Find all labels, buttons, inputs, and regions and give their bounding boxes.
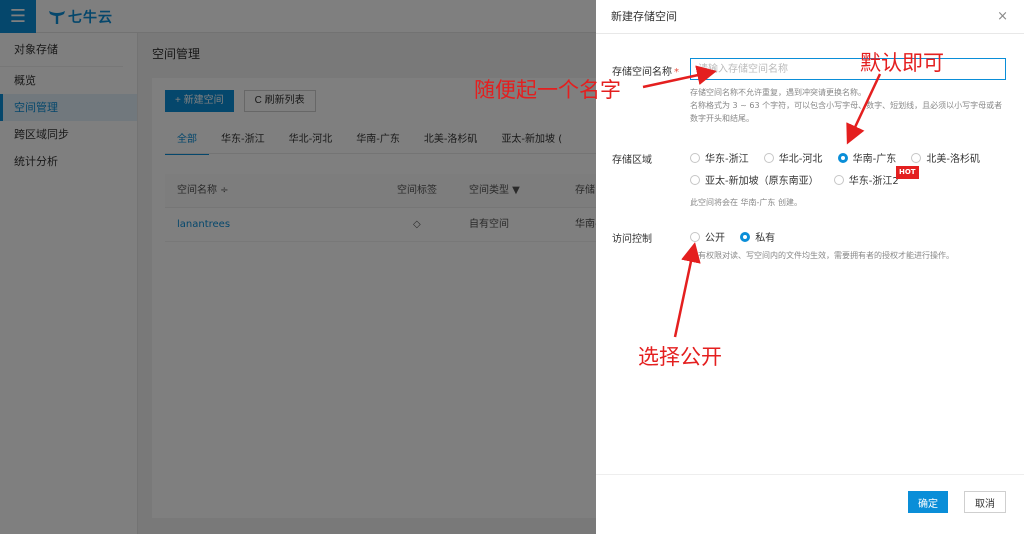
bucket-name-help-line-1: 存储空间名称不允许重复，遇到冲突请更换名称。 (690, 88, 866, 97)
region-help: 此空间将会在 华南-广东 创建。 (690, 198, 802, 207)
bucket-name-label-text: 存储空间名称 (612, 67, 672, 78)
annotation-name-hint: 随便起一个名字 (474, 78, 621, 102)
radio-public[interactable]: 公开 (690, 229, 725, 244)
radio-east-zhejiang-2[interactable]: 华东-浙江2 (833, 172, 899, 187)
radio-dot (911, 152, 922, 163)
confirm-button[interactable]: 确定 (908, 491, 948, 513)
radio-label: 华东-浙江2 (848, 176, 899, 187)
radio-label: 亚太-新加坡（原东南亚） (705, 176, 819, 187)
drawer-footer: 确定 取消 (596, 474, 1024, 534)
radio-dot-checked (837, 152, 848, 163)
radio-dot (690, 231, 700, 242)
radio-dot (763, 152, 774, 163)
close-icon[interactable]: × (997, 0, 1008, 34)
radio-private[interactable]: 私有 (740, 229, 775, 244)
bucket-name-input[interactable] (690, 58, 1006, 80)
radio-label: 华东-浙江 (705, 154, 749, 165)
bucket-name-label: 存储空间名称 * (612, 63, 679, 78)
radio-ap-singapore[interactable]: 亚太-新加坡（原东南亚） (690, 172, 819, 187)
storage-region-label: 存储区域 (612, 155, 652, 166)
drawer-title: 新建存储空间 (611, 10, 677, 23)
radio-label: 私有 (755, 233, 776, 244)
annotation-region-hint: 默认即可 (860, 51, 944, 75)
annotation-access-hint: 选择公开 (638, 345, 722, 369)
access-help: 私有权限对读、写空间内的文件均生效，需要拥有者的授权才能进行操作。 (690, 251, 954, 260)
radio-label: 华北-河北 (778, 154, 823, 165)
radio-label: 公开 (705, 233, 725, 244)
required-mark: * (674, 67, 679, 78)
radio-dot (690, 152, 700, 163)
radio-na-los-angeles[interactable]: 北美-洛杉矶 (911, 150, 980, 165)
region-radio-row-2: 亚太-新加坡（原东南亚） 华东-浙江2 (690, 172, 911, 188)
bucket-name-help-line-2: 名称格式为 3 ~ 63 个字符，可以包含小写字母、数字、短划线，且必须以小写字… (690, 101, 1003, 123)
radio-south-guangdong[interactable]: 华南-广东 (837, 150, 897, 165)
radio-dot (833, 174, 844, 185)
radio-label: 北美-洛杉矶 (926, 154, 980, 165)
hot-badge: HOT (896, 166, 919, 179)
access-control-label: 访问控制 (612, 234, 652, 245)
radio-north-hebei[interactable]: 华北-河北 (763, 150, 823, 165)
access-radio-row: 公开 私有 (690, 229, 787, 245)
cancel-button[interactable]: 取消 (964, 491, 1006, 513)
radio-east-zhejiang[interactable]: 华东-浙江 (690, 150, 749, 165)
radio-label: 华南-广东 (852, 154, 897, 165)
radio-dot-checked (740, 231, 751, 242)
radio-dot (690, 174, 700, 185)
drawer-header: 新建存储空间 × (596, 0, 1024, 34)
region-radio-row-1: 华东-浙江 华北-河北 华南-广东 北美-洛杉矶 (690, 150, 992, 166)
bucket-name-help: 存储空间名称不允许重复，遇到冲突请更换名称。 名称格式为 3 ~ 63 个字符，… (690, 86, 1008, 125)
new-bucket-drawer: 新建存储空间 × 存储空间名称* 存储空间名称不允许重复，遇到冲突请更换名称。 … (596, 0, 1024, 534)
